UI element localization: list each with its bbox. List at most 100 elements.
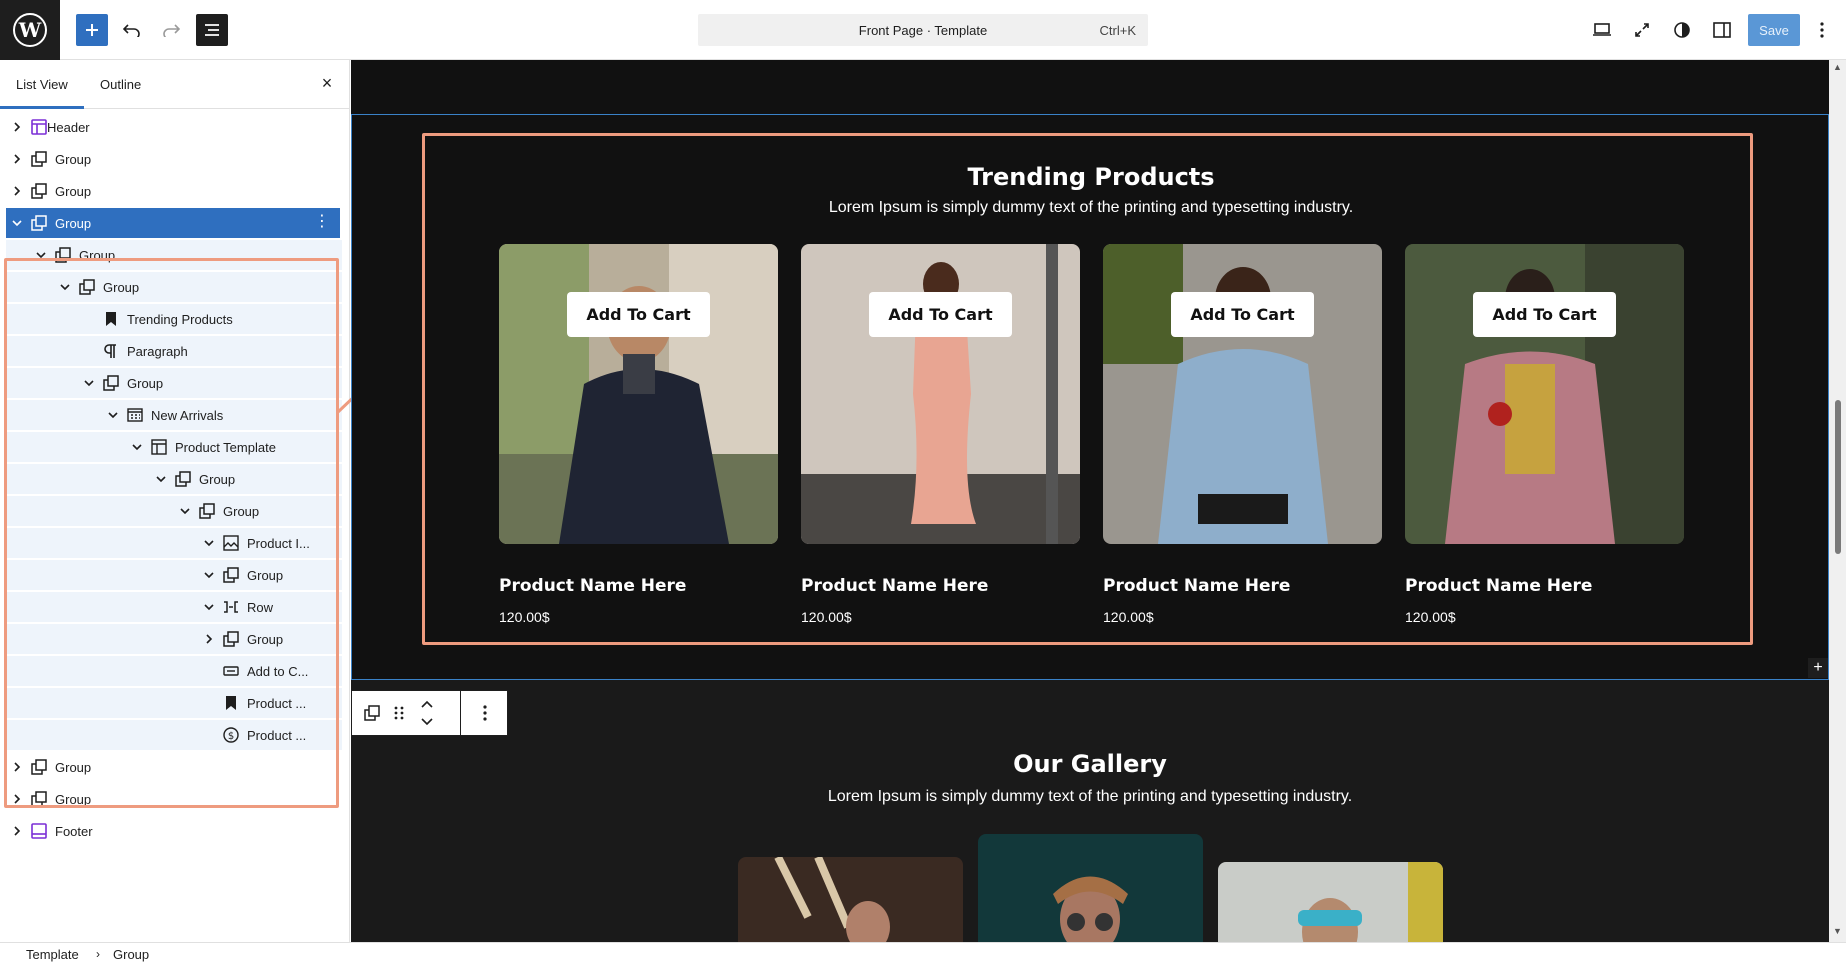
fullscreen-icon[interactable] — [1628, 16, 1656, 44]
list-item-group[interactable]: Group — [6, 240, 342, 270]
list-item-group[interactable]: Group — [6, 272, 342, 302]
list-item-product-price[interactable]: $ Product ... — [6, 720, 342, 750]
drag-handle-icon[interactable] — [388, 691, 410, 735]
chevron-right-icon[interactable] — [202, 632, 216, 646]
chevron-down-icon[interactable] — [130, 440, 144, 454]
chevron-down-icon[interactable] — [202, 600, 216, 614]
list-item-product-title[interactable]: Product ... — [6, 688, 342, 718]
product-price[interactable]: 120.00$ — [801, 609, 852, 625]
chevron-down-icon[interactable] — [154, 472, 168, 486]
list-item-group[interactable]: Group — [6, 368, 342, 398]
svg-text:$: $ — [228, 731, 234, 742]
list-item-group[interactable]: Group — [6, 784, 342, 814]
add-block-button[interactable] — [76, 14, 108, 46]
chevron-down-icon[interactable] — [10, 216, 24, 230]
options-menu-icon[interactable] — [1812, 16, 1832, 44]
list-item-group-selected[interactable]: Group ⋮ — [6, 208, 340, 238]
command-palette-button[interactable]: Front Page · Template Ctrl+K — [698, 14, 1148, 46]
add-to-cart-button[interactable]: Add To Cart — [869, 292, 1012, 337]
add-to-cart-button[interactable]: Add To Cart — [1473, 292, 1616, 337]
sidebar-tabs: List View Outline × — [0, 60, 350, 109]
gallery-image[interactable] — [978, 834, 1203, 942]
breadcrumb-item-group[interactable]: Group — [113, 947, 149, 962]
chevron-right-icon[interactable] — [10, 824, 24, 838]
add-to-cart-button[interactable]: Add To Cart — [567, 292, 710, 337]
chevron-right-icon[interactable] — [10, 184, 24, 198]
chevron-down-icon[interactable] — [178, 504, 192, 518]
close-icon[interactable]: × — [316, 72, 338, 94]
previous-group-block[interactable] — [351, 60, 1829, 114]
trending-products-heading[interactable]: Trending Products — [352, 163, 1829, 191]
list-item-query-loop[interactable]: New Arrivals — [6, 400, 342, 430]
list-item-header[interactable]: Header — [6, 112, 342, 142]
chevron-down-icon[interactable] — [202, 536, 216, 550]
gallery-image[interactable] — [1218, 862, 1443, 942]
list-item-row[interactable]: Row — [6, 592, 342, 622]
block-options-icon[interactable]: ⋮ — [314, 214, 330, 230]
selected-group-block[interactable]: Trending Products Lorem Ipsum is simply … — [351, 114, 1829, 680]
list-item-product-template[interactable]: Product Template — [6, 432, 342, 462]
group-icon — [223, 631, 239, 647]
chevron-down-icon[interactable] — [34, 248, 48, 262]
list-item-group[interactable]: Group — [6, 144, 342, 174]
move-up-down-icon[interactable] — [412, 691, 442, 735]
scrollbar-thumb[interactable] — [1835, 400, 1841, 554]
product-price[interactable]: 120.00$ — [1103, 609, 1154, 625]
list-item-add-to-cart[interactable]: Add to C... — [6, 656, 342, 686]
wordpress-logo-icon[interactable]: W — [0, 0, 60, 60]
chevron-down-icon[interactable] — [202, 568, 216, 582]
trending-products-paragraph[interactable]: Lorem Ipsum is simply dummy text of the … — [352, 199, 1829, 217]
scroll-up-icon[interactable]: ▲ — [1833, 62, 1842, 72]
product-image[interactable] — [801, 244, 1080, 544]
product-name[interactable]: Product Name Here — [1405, 576, 1592, 596]
styles-icon[interactable] — [1668, 16, 1696, 44]
product-price[interactable]: 120.00$ — [499, 609, 550, 625]
group-icon — [31, 151, 47, 167]
chevron-right-icon[interactable] — [10, 792, 24, 806]
group-icon — [223, 567, 239, 583]
list-item-group[interactable]: Group — [6, 496, 342, 526]
block-options-icon[interactable] — [462, 691, 508, 735]
chevron-down-icon[interactable] — [106, 408, 120, 422]
group-icon — [175, 471, 191, 487]
insert-block-button[interactable]: + — [1808, 658, 1828, 678]
list-item-group[interactable]: Group — [6, 464, 342, 494]
list-item-paragraph[interactable]: Paragraph — [6, 336, 342, 366]
product-price[interactable]: 120.00$ — [1405, 609, 1456, 625]
settings-sidebar-icon[interactable] — [1708, 16, 1736, 44]
our-gallery-paragraph[interactable]: Lorem Ipsum is simply dummy text of the … — [351, 788, 1829, 806]
product-name[interactable]: Product Name Here — [499, 576, 686, 596]
product-name[interactable]: Product Name Here — [801, 576, 988, 596]
document-overview-icon[interactable] — [196, 14, 228, 46]
list-item-product-image[interactable]: Product I... — [6, 528, 342, 558]
editor-canvas: Trending Products Lorem Ipsum is simply … — [351, 60, 1829, 942]
list-item-footer[interactable]: Footer — [6, 816, 342, 846]
group-icon[interactable] — [358, 691, 386, 735]
product-image[interactable] — [1405, 244, 1684, 544]
tab-outline[interactable]: Outline — [100, 77, 141, 92]
list-item-group[interactable]: Group — [6, 176, 342, 206]
product-image[interactable] — [499, 244, 778, 544]
chevron-down-icon[interactable] — [82, 376, 96, 390]
chevron-right-icon[interactable] — [10, 760, 24, 774]
product-image[interactable] — [1103, 244, 1382, 544]
list-item-group[interactable]: Group — [6, 624, 342, 654]
tab-list-view[interactable]: List View — [16, 77, 68, 92]
our-gallery-heading[interactable]: Our Gallery — [351, 750, 1829, 778]
chevron-right-icon[interactable] — [10, 152, 24, 166]
chevron-down-icon[interactable] — [58, 280, 72, 294]
product-name[interactable]: Product Name Here — [1103, 576, 1290, 596]
gallery-image[interactable] — [738, 857, 963, 942]
canvas-scrollbar[interactable]: ▲ ▼ — [1829, 60, 1846, 942]
save-button[interactable]: Save — [1748, 14, 1800, 46]
redo-icon[interactable] — [155, 14, 187, 46]
desktop-preview-icon[interactable] — [1588, 16, 1616, 44]
list-item-group[interactable]: Group — [6, 560, 342, 590]
add-to-cart-button[interactable]: Add To Cart — [1171, 292, 1314, 337]
breadcrumb-item-template[interactable]: Template — [26, 947, 79, 962]
list-item-group[interactable]: Group — [6, 752, 342, 782]
list-item-heading[interactable]: Trending Products — [6, 304, 342, 334]
chevron-right-icon[interactable] — [10, 120, 24, 134]
scroll-down-icon[interactable]: ▼ — [1833, 926, 1842, 936]
undo-icon[interactable] — [116, 14, 148, 46]
